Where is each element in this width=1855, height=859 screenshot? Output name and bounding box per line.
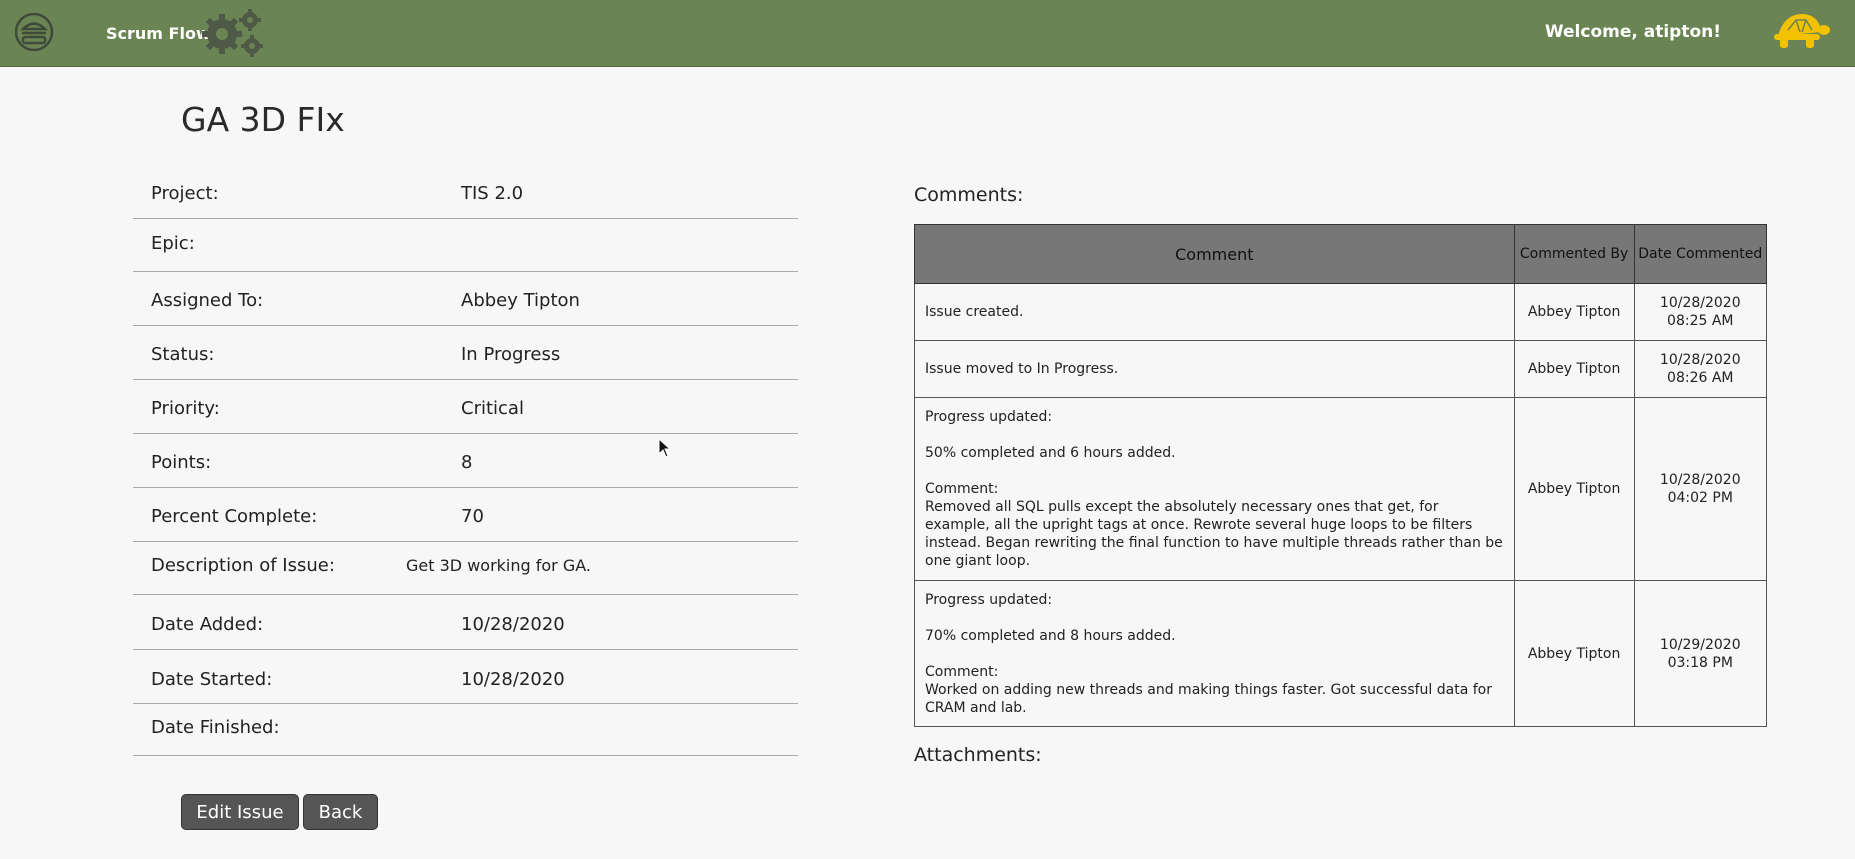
commented-by-cell: Abbey Tipton [1513, 397, 1635, 581]
back-button[interactable]: Back [303, 794, 378, 830]
table-row: Issue moved to In Progress. Abbey Tipton… [914, 340, 1768, 398]
detail-value: 8 [461, 452, 473, 473]
comment-line: Progress updated: [925, 591, 1053, 608]
page-title: GA 3D FIx [181, 100, 345, 139]
comment-line: Comment: [925, 663, 999, 680]
comment-cell: Issue moved to In Progress. [914, 340, 1515, 398]
comments-heading: Comments: [914, 184, 1024, 206]
attachments-heading: Attachments: [914, 744, 1042, 766]
mouse-cursor-icon [658, 438, 672, 458]
commented-by-cell: Abbey Tipton [1513, 340, 1635, 398]
comments-header-row: Comment Commented By Date Commented [914, 224, 1768, 284]
detail-row-project: Project: TIS 2.0 [133, 166, 798, 219]
date-commented-cell: 10/28/2020 08:25 AM [1633, 283, 1768, 341]
table-row: Progress updated: 70% completed and 8 ho… [914, 580, 1768, 727]
detail-row-date-finished: Date Finished: [133, 704, 798, 756]
detail-value: Critical [461, 398, 524, 419]
comment-cell: Progress updated: 70% completed and 8 ho… [914, 580, 1515, 727]
detail-value: TIS 2.0 [461, 183, 524, 204]
comment-line: Worked on adding new threads and making … [925, 681, 1492, 716]
detail-label: Project: [151, 183, 219, 204]
detail-label: Date Started: [151, 669, 273, 690]
detail-label: Points: [151, 452, 212, 473]
column-header-date-commented: Date Commented [1633, 224, 1768, 284]
detail-row-assigned-to: Assigned To: Abbey Tipton [133, 272, 798, 326]
detail-label: Priority: [151, 398, 220, 419]
edit-issue-button[interactable]: Edit Issue [181, 794, 299, 830]
hamburger-icon[interactable] [14, 12, 54, 52]
comment-line: Issue created. [925, 304, 1024, 320]
top-nav-bar: Scrum Flow Welcome, atipton! [0, 0, 1855, 67]
detail-value: 10/28/2020 [461, 614, 565, 635]
comment-line: Issue moved to In Progress. [925, 361, 1119, 377]
welcome-message: Welcome, atipton! [1544, 22, 1721, 42]
turtle-icon[interactable] [1770, 10, 1830, 54]
date-commented-cell: 10/28/2020 04:02 PM [1633, 397, 1768, 581]
detail-value: 10/28/2020 [461, 669, 565, 690]
detail-value: Abbey Tipton [461, 290, 580, 311]
comment-line: 70% completed and 8 hours added. [925, 627, 1176, 644]
detail-label: Date Finished: [151, 717, 280, 738]
column-header-commented-by: Commented By [1513, 224, 1635, 284]
issue-details: Project: TIS 2.0 Epic: Assigned To: Abbe… [133, 166, 798, 756]
date-commented-cell: 10/29/2020 03:18 PM [1633, 580, 1768, 727]
detail-value: Get 3D working for GA. [406, 556, 591, 575]
detail-value: In Progress [461, 344, 561, 365]
detail-row-date-added: Date Added: 10/28/2020 [133, 595, 798, 650]
brand-name[interactable]: Scrum Flow [106, 24, 211, 43]
detail-row-date-started: Date Started: 10/28/2020 [133, 650, 798, 704]
detail-row-epic: Epic: [133, 219, 798, 272]
detail-label: Epic: [151, 233, 195, 254]
comment-line: Progress updated: [925, 409, 1053, 425]
detail-row-description: Description of Issue: Get 3D working for… [133, 542, 798, 595]
comments-table: Comment Commented By Date Commented Issu… [914, 224, 1768, 727]
gears-icon [202, 9, 263, 57]
detail-value: 70 [461, 506, 484, 527]
comment-spacer [925, 645, 1504, 663]
detail-row-priority: Priority: Critical [133, 380, 798, 434]
table-row: Progress updated: 50% completed and 6 ho… [914, 397, 1768, 581]
commented-by-cell: Abbey Tipton [1513, 580, 1635, 727]
detail-label: Description of Issue: [151, 555, 335, 576]
commented-by-cell: Abbey Tipton [1513, 283, 1635, 341]
comment-line: 50% completed and 6 hours added. [925, 445, 1176, 461]
detail-label: Status: [151, 344, 215, 365]
comment-spacer [925, 426, 1504, 444]
detail-label: Date Added: [151, 614, 264, 635]
comment-spacer [925, 609, 1504, 627]
detail-label: Assigned To: [151, 290, 264, 311]
detail-row-points: Points: 8 [133, 434, 798, 488]
detail-label: Percent Complete: [151, 506, 318, 527]
detail-row-percent-complete: Percent Complete: 70 [133, 488, 798, 542]
column-header-comment: Comment [914, 224, 1515, 284]
comment-line: Removed all SQL pulls except the absolut… [925, 499, 1503, 569]
comment-line: Comment: [925, 481, 999, 497]
table-row: Issue created. Abbey Tipton 10/28/2020 0… [914, 283, 1768, 341]
comment-spacer [925, 462, 1504, 480]
comment-cell: Issue created. [914, 283, 1515, 341]
date-commented-cell: 10/28/2020 08:26 AM [1633, 340, 1768, 398]
detail-row-status: Status: In Progress [133, 326, 798, 380]
comment-cell: Progress updated: 50% completed and 6 ho… [914, 397, 1515, 581]
